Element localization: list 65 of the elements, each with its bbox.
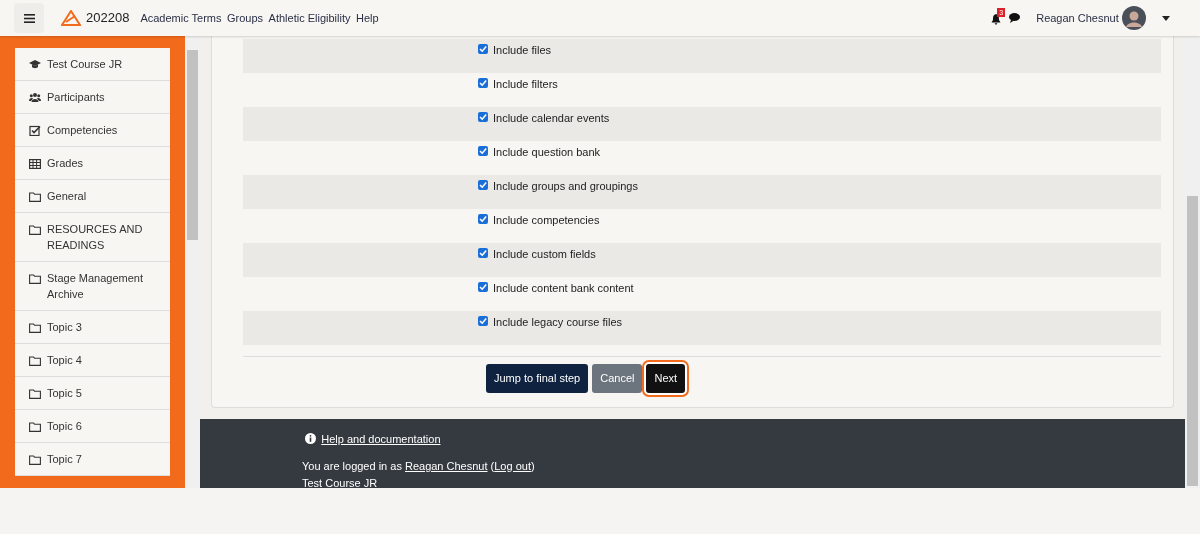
footer-link[interactable]: Reagan Chesnut — [404, 460, 488, 472]
sidebar-item[interactable]: Competencies — [15, 114, 170, 147]
folder-icon — [29, 421, 41, 432]
folder-icon — [29, 388, 41, 399]
nav-link[interactable]: Groups — [227, 9, 264, 27]
checkbox[interactable] — [478, 44, 488, 54]
checkbox-icon — [29, 125, 41, 136]
sidebar-item[interactable]: General — [15, 180, 170, 213]
checkbox-label: Include custom fields — [493, 247, 596, 262]
nav-link[interactable]: Athletic Eligibility — [268, 9, 351, 27]
site-name[interactable]: 202208 — [86, 8, 130, 28]
sidebar-item[interactable]: Topic 7 — [15, 443, 170, 476]
users-icon — [29, 92, 41, 103]
checkbox[interactable] — [478, 316, 488, 326]
checkbox[interactable] — [478, 214, 488, 224]
sidebar-item[interactable]: Topic 6 — [15, 410, 170, 443]
folder-icon — [29, 224, 41, 235]
sidebar-item[interactable]: Test Course JR — [15, 48, 170, 81]
caret-icon[interactable] — [1162, 15, 1170, 21]
cap-icon — [29, 59, 41, 70]
scrollbar[interactable] — [1185, 36, 1200, 488]
course-link[interactable]: Test Course JR — [302, 476, 378, 488]
checkbox-label: Include competencies — [493, 213, 600, 228]
checkbox-label: Include legacy course files — [493, 315, 622, 330]
bell-icon — [991, 13, 1002, 25]
checkbox-label: Include files — [493, 43, 552, 58]
menu-icon — [23, 13, 35, 23]
help-link[interactable]: Help and documentation — [321, 430, 441, 447]
sidebar-item[interactable]: Grades — [15, 147, 170, 180]
sidebar-item[interactable]: Topic 3 — [15, 311, 170, 344]
avatar-icon[interactable] — [1121, 6, 1146, 30]
checkbox[interactable] — [478, 248, 488, 258]
checkbox-label: Include groups and groupings — [493, 179, 638, 194]
info-icon — [304, 433, 316, 445]
checkbox[interactable] — [478, 146, 488, 156]
checkbox[interactable] — [478, 78, 488, 88]
logo-icon — [60, 10, 81, 26]
folder-icon — [29, 355, 41, 366]
user-name[interactable]: Reagan Chesnut — [1036, 9, 1119, 27]
folder-icon — [29, 191, 41, 202]
checkbox[interactable] — [478, 282, 488, 292]
table-icon — [29, 158, 41, 169]
checkbox-label: Include calendar events — [493, 111, 610, 126]
folder-icon — [29, 273, 41, 284]
checkbox[interactable] — [478, 180, 488, 190]
folder-icon — [29, 454, 41, 465]
scrollbar[interactable] — [185, 36, 200, 488]
checkbox-label: Include filters — [493, 77, 558, 92]
sidebar-item[interactable]: Participants — [15, 81, 170, 114]
checkbox-label: Include question bank — [493, 145, 601, 160]
sidebar-item[interactable]: RESOURCES AND READINGS — [15, 213, 170, 262]
form-button[interactable]: Jump to final step — [486, 364, 589, 393]
menu-button[interactable] — [14, 3, 44, 33]
chat-icon[interactable] — [1008, 13, 1020, 23]
nav-link[interactable]: Help — [356, 9, 379, 27]
checkbox[interactable] — [478, 112, 488, 122]
sidebar-item[interactable]: Topic 5 — [15, 377, 170, 410]
form-button[interactable]: Cancel — [592, 364, 643, 393]
checkbox-label: Include content bank content — [493, 281, 634, 296]
sidebar-item[interactable]: Stage Management Archive — [15, 262, 170, 311]
login-info: You are logged in as Reagan Chesnut (Log out) — [302, 459, 536, 474]
sidebar-item[interactable]: Topic 4 — [15, 344, 170, 377]
folder-icon — [29, 322, 41, 333]
footer-link[interactable]: Log out — [494, 460, 531, 472]
nav-link[interactable]: Academic Terms — [140, 9, 222, 27]
